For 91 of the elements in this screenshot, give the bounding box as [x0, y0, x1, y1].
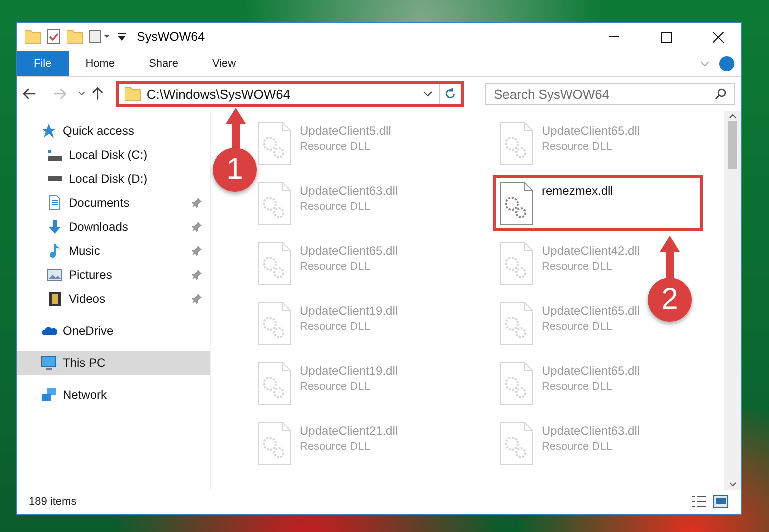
file-type: Resource DLL	[300, 441, 372, 453]
scrollbar[interactable]	[724, 111, 741, 490]
pin-icon[interactable]	[192, 246, 202, 256]
checklist-icon[interactable]	[47, 29, 61, 45]
computer-icon	[41, 355, 57, 371]
properties-icon[interactable]	[89, 30, 111, 44]
file-name: UpdateClient63.dll	[542, 424, 640, 438]
folder-icon	[124, 87, 141, 101]
dll-file-icon	[258, 242, 292, 286]
annotation-arrow	[660, 236, 680, 278]
sidebar-item[interactable]: Downloads	[17, 215, 210, 239]
dll-file-icon	[500, 302, 534, 346]
dll-file-icon	[258, 302, 292, 346]
sidebar-item[interactable]: Local Disk (C:)	[17, 143, 210, 167]
file-type: Resource DLL	[300, 321, 372, 333]
film-icon	[47, 291, 63, 307]
large-icons-view-icon[interactable]	[713, 495, 729, 509]
close-icon[interactable]	[712, 32, 724, 42]
caret-icon[interactable]	[117, 32, 127, 42]
search-field[interactable]: Search SysWOW64	[484, 83, 735, 105]
star-icon	[41, 123, 57, 139]
sidebar-item[interactable]: Quick access	[17, 119, 210, 143]
pin-icon[interactable]	[192, 198, 202, 208]
file-name: UpdateClient5.dll	[300, 124, 392, 138]
pin-icon[interactable]	[192, 270, 202, 280]
file-type: Resource DLL	[542, 141, 614, 153]
sidebar-item[interactable]: Music	[17, 239, 210, 263]
chevron-down-icon[interactable]	[728, 482, 736, 488]
chevron-up-icon[interactable]	[728, 113, 736, 119]
file-name: UpdateClient63.dll	[300, 184, 398, 198]
file-type: Resource DLL	[542, 261, 614, 273]
dll-file-icon	[258, 362, 292, 406]
file-type: Resource DLL	[300, 381, 372, 393]
file-name: remezmex.dll	[542, 184, 614, 198]
file-item[interactable]: remezmex.dll	[493, 175, 703, 231]
dll-file-icon	[258, 182, 292, 226]
dll-file-icon	[500, 422, 534, 466]
download-icon	[47, 219, 63, 235]
file-name: UpdateClient65.dll	[542, 304, 640, 318]
drive-icon	[47, 176, 63, 182]
dll-file-icon	[500, 362, 534, 406]
annotation-arrow	[226, 108, 246, 148]
picture-icon	[47, 267, 63, 283]
maximize-icon[interactable]	[660, 32, 672, 42]
file-name: UpdateClient65.dll	[542, 364, 640, 378]
ribbon-tab[interactable]: Home	[68, 51, 132, 76]
sidebar-item[interactable]: Videos	[17, 287, 210, 311]
pin-icon[interactable]	[192, 222, 202, 232]
file-type: Resource DLL	[300, 201, 372, 213]
ribbon-tab[interactable]: View	[195, 51, 254, 76]
folder-icon	[25, 30, 41, 44]
window-title: SysWOW64	[137, 30, 206, 44]
pin-icon[interactable]	[192, 294, 202, 304]
sidebar-item[interactable]: Local Disk (D:)	[17, 167, 210, 191]
sidebar-item[interactable]: This PC	[17, 351, 210, 375]
dll-file-icon	[500, 242, 534, 286]
dll-file-icon	[500, 182, 534, 226]
drive-icon	[47, 147, 63, 163]
document-icon	[47, 195, 63, 211]
dll-file-icon	[258, 422, 292, 466]
search-icon[interactable]	[714, 88, 727, 100]
sidebar-item[interactable]: OneDrive	[17, 319, 210, 343]
ribbon-tab[interactable]: Share	[132, 51, 196, 76]
file-type: Resource DLL	[542, 441, 614, 453]
scrollbar-thumb[interactable]	[728, 121, 737, 169]
file-type: Resource DLL	[300, 141, 372, 153]
sidebar-item[interactable]: Documents	[17, 191, 210, 215]
file-name: UpdateClient21.dll	[300, 424, 398, 438]
minimize-icon[interactable]	[609, 36, 619, 38]
up-arrow-icon[interactable]	[92, 87, 104, 101]
sidebar-item[interactable]: Network	[17, 383, 210, 407]
chevron-down-icon[interactable]	[78, 91, 86, 97]
chevron-down-icon[interactable]	[422, 90, 433, 98]
dll-file-icon	[258, 122, 292, 166]
file-name: UpdateClient65.dll	[300, 244, 398, 258]
back-arrow-icon[interactable]	[23, 88, 37, 100]
file-name: UpdateClient19.dll	[300, 304, 398, 318]
file-type: Resource DLL	[542, 321, 614, 333]
new-folder-icon	[67, 30, 83, 44]
file-name: UpdateClient42.dll	[542, 244, 640, 258]
sidebar-item[interactable]: Pictures	[17, 263, 210, 287]
item-count: 189 items	[29, 496, 78, 508]
file-type: Resource DLL	[300, 261, 372, 273]
file-type: Resource DLL	[542, 381, 614, 393]
address-bar[interactable]: C:\Windows\SysWOW64	[116, 81, 464, 107]
network-icon	[41, 387, 57, 403]
file-name: UpdateClient65.dll	[542, 124, 640, 138]
ribbon-tab[interactable]: File	[17, 51, 69, 76]
details-view-icon[interactable]	[691, 495, 707, 509]
file-name: UpdateClient19.dll	[300, 364, 398, 378]
dll-file-icon	[500, 122, 534, 166]
